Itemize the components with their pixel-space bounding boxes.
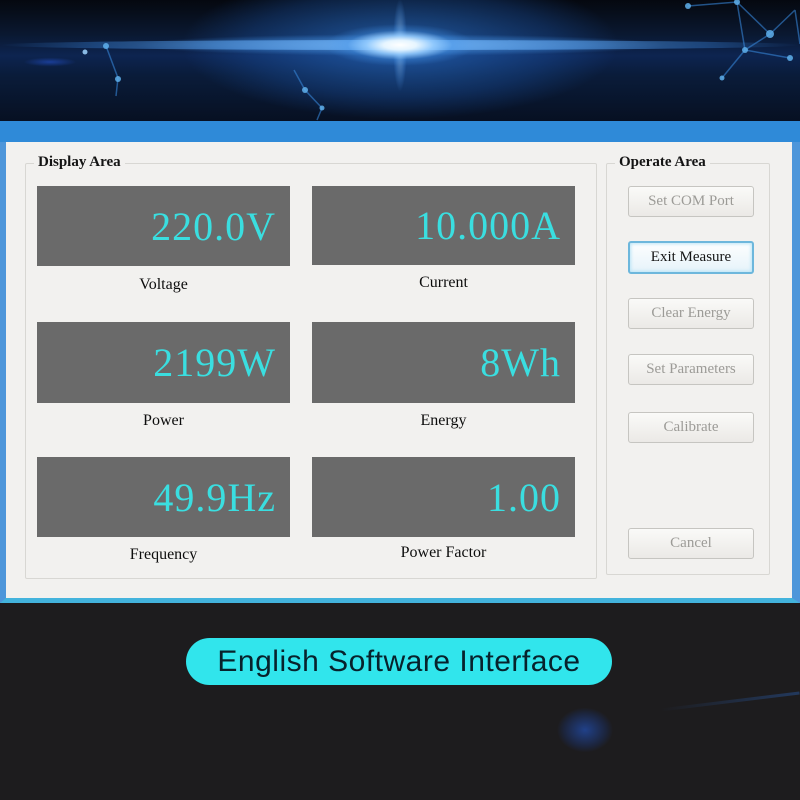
clear-energy-button[interactable]: Clear Energy [628,298,754,329]
power-value: 2199W [153,339,276,386]
current-display: 10.000A [312,186,575,265]
window-titlebar[interactable] [0,121,800,142]
cancel-button[interactable]: Cancel [628,528,754,559]
caption-badge: English Software Interface [186,638,612,685]
energy-display: 8Wh [312,322,575,403]
voltage-value: 220.0V [151,203,276,250]
frequency-display: 49.9Hz [37,457,290,537]
energy-value: 8Wh [480,339,561,386]
constellation-graphic [0,0,800,121]
background-glow-dot [550,702,620,758]
voltage-label: Voltage [37,276,290,294]
power-label: Power [37,412,290,430]
energy-label: Energy [312,412,575,430]
power-factor-value: 1.00 [487,474,561,521]
background-glow-line [660,691,799,711]
set-parameters-button[interactable]: Set Parameters [628,354,754,385]
current-label: Current [312,274,575,292]
voltage-display: 220.0V [37,186,290,266]
power-display: 2199W [37,322,290,403]
exit-measure-button[interactable]: Exit Measure [628,241,754,274]
hero-background [0,0,800,121]
set-com-port-button[interactable]: Set COM Port [628,186,754,217]
frequency-value: 49.9Hz [153,474,276,521]
operate-area-title: Operate Area [615,154,710,171]
display-area-title: Display Area [34,154,125,171]
power-factor-display: 1.00 [312,457,575,537]
power-factor-label: Power Factor [312,544,575,562]
calibrate-button[interactable]: Calibrate [628,412,754,443]
frequency-label: Frequency [37,546,290,564]
current-value: 10.000A [415,202,561,249]
